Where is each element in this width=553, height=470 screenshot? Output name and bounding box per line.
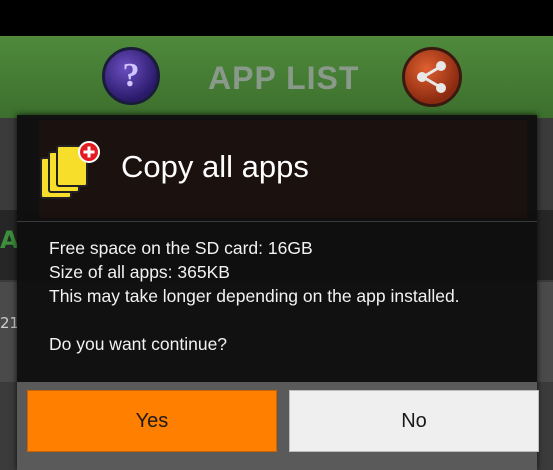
yes-button[interactable]: Yes bbox=[27, 390, 277, 452]
dialog-message: Free space on the SD card: 16GB Size of … bbox=[49, 236, 529, 356]
dialog-divider bbox=[17, 221, 537, 222]
share-icon[interactable] bbox=[402, 47, 462, 107]
dialog-button-bar: Yes No bbox=[17, 382, 539, 470]
confirm-question-text: Do you want continue? bbox=[49, 334, 228, 354]
free-space-text: Free space on the SD card: 16GB bbox=[49, 238, 313, 258]
copy-icon bbox=[40, 141, 100, 199]
app-title: APP LIST bbox=[208, 60, 360, 96]
apps-size-text: Size of all apps: 365KB bbox=[49, 262, 230, 282]
share-glyph-icon bbox=[417, 61, 446, 93]
help-icon[interactable]: ? bbox=[102, 47, 160, 105]
help-icon-glyph: ? bbox=[122, 57, 140, 94]
no-button[interactable]: No bbox=[289, 390, 539, 452]
dialog-title: Copy all apps bbox=[121, 149, 309, 184]
duration-note-text: This may take longer depending on the ap… bbox=[49, 286, 460, 306]
status-bar bbox=[0, 0, 553, 36]
app-partial-text: A bbox=[0, 226, 19, 254]
copy-all-apps-dialog: Copy all apps Free space on the SD card:… bbox=[17, 115, 539, 470]
dialog-header: Copy all apps bbox=[17, 115, 537, 221]
